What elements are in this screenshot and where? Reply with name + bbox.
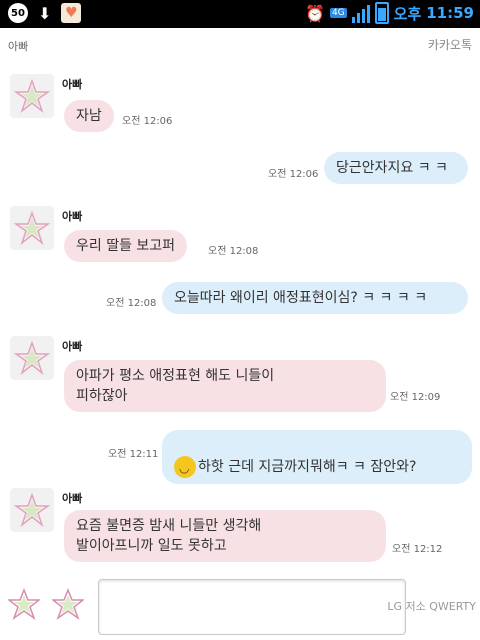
message-bubble[interactable]: 오늘따라 왜이리 애정표현이심? ㅋ ㅋ ㅋ ㅋ [162,282,468,314]
badge-icon: 50 [8,3,28,23]
system-icons: ⏰ 4G 오후 11:59 [305,2,474,24]
notification-icons: 50 ⬇ ♥ [8,3,82,23]
sender-name: 아빠 [62,78,83,91]
message-bubble[interactable]: 아파가 평소 애정표현 해도 니들이 피하잖아 [64,360,386,412]
smiley-emoticon-icon [174,456,196,478]
signal-icon [351,3,370,23]
chat-header: 아빠 카카오톡 [0,28,480,64]
star-avatar-icon [14,492,50,528]
sender-name: 아빠 [62,340,83,353]
message-time: 오전 12:08 [208,246,259,257]
message-bubble[interactable]: 하핫 근데 지금까지뭐해ㅋ ㅋ 잠안와? [162,430,472,484]
status-bar: 50 ⬇ ♥ ⏰ 4G 오후 11:59 [0,0,480,28]
battery-icon [374,2,389,24]
message-text: 하핫 근데 지금까지뭐해ㅋ ㅋ 잠안와? [198,459,417,475]
sender-name: 아빠 [62,492,83,505]
heart-app-icon: ♥ [61,3,82,23]
message-time: 오전 12:11 [108,449,159,460]
alarm-icon: ⏰ [305,3,325,23]
chat-title: 아빠 [8,40,29,53]
message-bubble[interactable]: 당근안자지요 ㅋ ㅋ [324,152,468,184]
avatar[interactable] [10,488,54,532]
avatar[interactable] [10,336,54,380]
message-time: 오전 12:12 [392,544,443,555]
message-time: 오전 12:06 [122,116,173,127]
avatar[interactable] [10,74,54,118]
star-avatar-icon [14,340,50,376]
message-time: 오전 12:09 [390,392,441,403]
plus-star-icon[interactable] [8,588,40,620]
app-logo: 카카오톡 [427,38,472,52]
message-bubble[interactable]: 우리 딸들 보고퍼 [64,230,188,262]
message-time: 오전 12:06 [268,169,319,180]
download-icon: ⬇ [38,3,52,23]
sender-name: 아빠 [62,210,83,223]
keyboard-label: LG 저소 QWERTY [387,600,476,613]
avatar[interactable] [10,206,54,250]
message-list[interactable]: 아빠 자남 오전 12:06 오전 12:06 당근안자지요 ㅋ ㅋ 아빠 우리… [0,64,480,574]
star-avatar-icon [14,78,50,114]
message-input[interactable] [98,579,406,635]
clock-ampm: 오후 [393,4,422,23]
emoticon-star-icon[interactable] [52,588,84,620]
input-bar: LG 저소 QWERTY [0,574,480,640]
network-type: 4G [329,8,347,18]
message-bubble[interactable]: 자남 [64,100,114,132]
clock-time: 11:59 [426,4,474,22]
star-avatar-icon [14,210,50,246]
message-bubble[interactable]: 요즘 불면증 밤새 니들만 생각해 발이아프니까 일도 못하고 [64,510,386,562]
message-time: 오전 12:08 [106,298,157,309]
